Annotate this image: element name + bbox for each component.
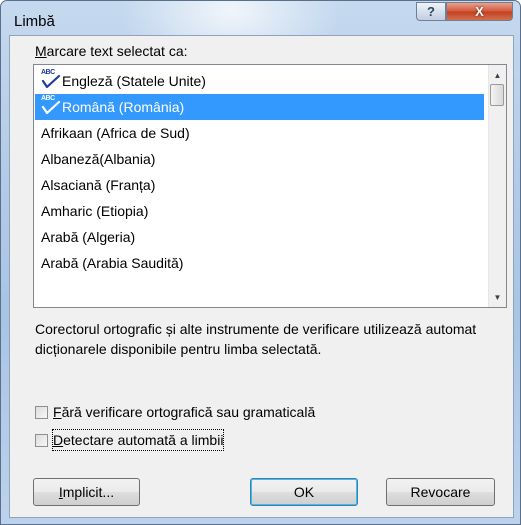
no-proofing-checkbox[interactable] <box>35 406 48 419</box>
language-item-label: Arabă (Arabia Saudită) <box>41 255 184 271</box>
scroll-thumb[interactable] <box>490 84 504 106</box>
no-proofing-label[interactable]: Fără verificare ortografică sau gramatic… <box>53 402 315 422</box>
ok-button[interactable]: OK <box>250 478 358 506</box>
language-item[interactable]: ABC Engleză (Statele Unite) <box>35 68 484 94</box>
default-button[interactable]: Implicit... <box>33 478 140 506</box>
help-icon: ? <box>427 4 435 19</box>
language-item-label: Amharic (Etiopia) <box>41 203 149 219</box>
language-item-label: Arabă (Algeria) <box>41 229 136 245</box>
language-item[interactable]: Amharic (Etiopia) <box>35 198 484 224</box>
language-item-label: Engleză (Statele Unite) <box>62 73 206 89</box>
language-item[interactable]: Alsaciană (Franța) <box>35 172 484 198</box>
close-icon: X <box>475 4 484 19</box>
detect-language-option[interactable]: Detectare automată a limbii <box>35 429 225 451</box>
detect-language-checkbox[interactable] <box>35 434 48 447</box>
chevron-down-icon: ▼ <box>493 293 502 302</box>
spellcheck-icon: ABC <box>41 95 61 115</box>
dialog-body: Marcare text selectat ca: ABC Engleză (St… <box>9 35 514 518</box>
language-list[interactable]: ABC Engleză (Statele Unite) ABC Română (Rom… <box>33 64 507 308</box>
language-item[interactable]: ABC Română (România) <box>35 94 484 120</box>
no-proofing-option[interactable]: Fără verificare ortografică sau gramatic… <box>35 402 315 422</box>
dialog-title: Limbă <box>14 13 55 30</box>
title-bar[interactable]: Limbă ? X <box>1 1 520 35</box>
language-item-label: Albaneză(Albania) <box>41 151 156 167</box>
help-button[interactable]: ? <box>416 2 446 21</box>
chevron-up-icon: ▲ <box>493 71 502 80</box>
cancel-button[interactable]: Revocare <box>386 478 495 506</box>
list-scrollbar[interactable]: ▲ ▼ <box>488 65 506 307</box>
language-item[interactable]: Afrikaan (Africa de Sud) <box>35 120 484 146</box>
spellcheck-icon: ABC <box>41 69 61 89</box>
scroll-up-button[interactable]: ▲ <box>489 67 506 84</box>
detect-language-label[interactable]: Detectare automată a limbii <box>51 429 225 451</box>
close-button[interactable]: X <box>446 2 513 21</box>
language-item-label: Alsaciană (Franța) <box>41 177 156 193</box>
language-item-label: Afrikaan (Africa de Sud) <box>41 125 190 141</box>
proofing-description: Corectorul ortografic și alte instrument… <box>35 321 477 357</box>
language-item-label: Română (România) <box>62 99 185 115</box>
mark-selected-text-label: Marcare text selectat ca: <box>35 43 188 59</box>
language-item[interactable]: Arabă (Arabia Saudită) <box>35 250 484 276</box>
language-item[interactable]: Albaneză(Albania) <box>35 146 484 172</box>
language-item[interactable]: Arabă (Algeria) <box>35 224 484 250</box>
language-dialog: Limbă ? X Marcare text selectat ca: ABC E… <box>0 0 521 525</box>
scroll-down-button[interactable]: ▼ <box>489 289 506 306</box>
